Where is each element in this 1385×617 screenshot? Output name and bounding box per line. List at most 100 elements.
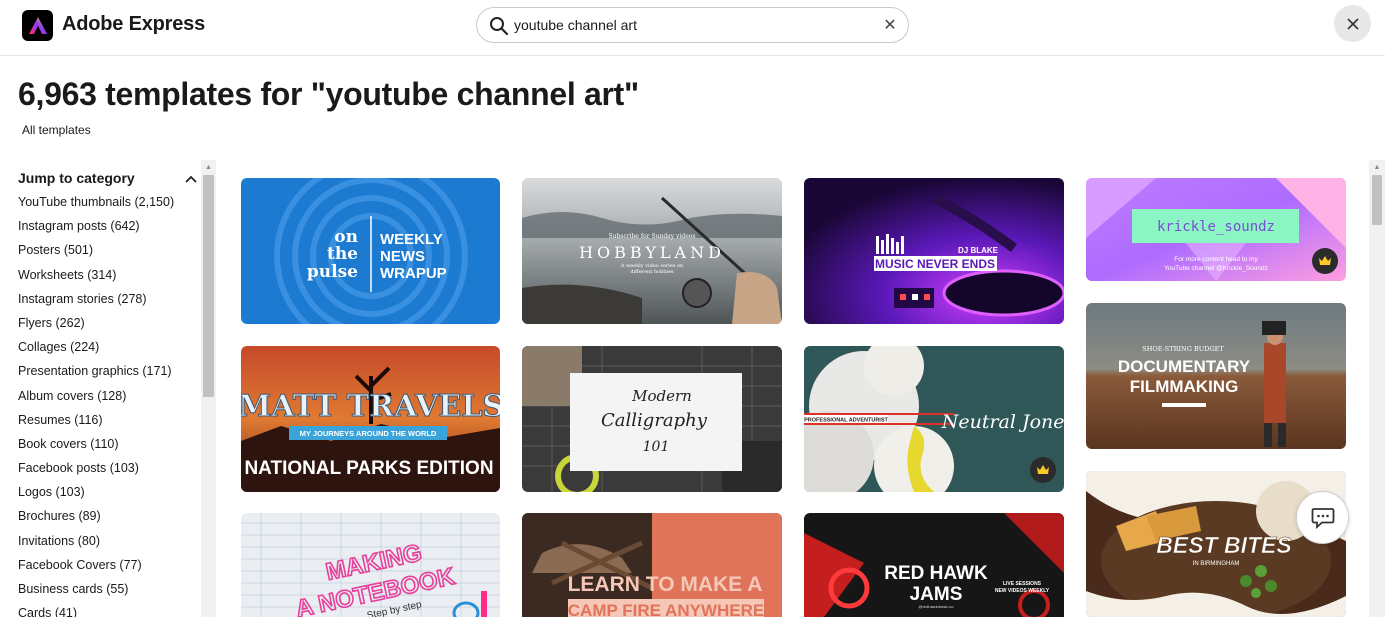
- chevron-up-icon[interactable]: [184, 172, 198, 186]
- scroll-up-arrow-icon[interactable]: ▲: [201, 162, 216, 174]
- template-card-documentary-filmmaking[interactable]: SHOE-STRING BUDGET DOCUMENTARY FILMMAKIN…: [1086, 303, 1346, 449]
- template-card-camp-fire[interactable]: LEARN TO MAKE A CAMP FIRE ANYWHERE: [522, 513, 782, 617]
- template-card-krickle-soundz[interactable]: krickle_soundz For more content head to …: [1086, 178, 1346, 281]
- category-item[interactable]: Resumes (116): [18, 411, 174, 435]
- svg-text:FILMMAKING: FILMMAKING: [1130, 377, 1239, 396]
- category-item[interactable]: Logos (103): [18, 483, 174, 507]
- category-item[interactable]: Album covers (128): [18, 387, 174, 411]
- template-card-on-the-pulse[interactable]: on the pulse WEEKLY NEWS WRAPUP: [241, 178, 500, 324]
- chat-button[interactable]: [1296, 491, 1349, 544]
- close-icon: [1346, 17, 1359, 30]
- category-item[interactable]: Presentation graphics (171): [18, 362, 174, 386]
- search-icon: [490, 17, 509, 36]
- svg-text:Neutral Jones: Neutral Jones: [941, 411, 1064, 433]
- template-card-making-a-notebook[interactable]: MAKING A NOTEBOOK Step by step: [241, 513, 500, 617]
- svg-text:DOCUMENTARY: DOCUMENTARY: [1118, 357, 1251, 376]
- premium-crown-icon: [1312, 248, 1338, 274]
- svg-text:MATT TRAVELS: MATT TRAVELS: [241, 389, 500, 424]
- template-card-best-bites[interactable]: BEST BITES IN BIRMINGHAM: [1086, 471, 1346, 617]
- template-card-hobbyland[interactable]: Subscribe for Sunday videos HOBBYLAND A …: [522, 178, 782, 324]
- template-thumbnail: Subscribe for Sunday videos HOBBYLAND A …: [522, 178, 782, 324]
- template-thumbnail: Modern Calligraphy 101: [522, 346, 782, 492]
- main-scroll-thumb[interactable]: [1372, 175, 1382, 225]
- category-sidebar: Jump to category YouTube thumbnails (2,1…: [0, 160, 216, 617]
- template-thumbnail: SHOE-STRING BUDGET DOCUMENTARY FILMMAKIN…: [1086, 303, 1346, 449]
- category-item[interactable]: Posters (501): [18, 241, 174, 265]
- svg-text:WRAPUP: WRAPUP: [380, 265, 447, 282]
- category-item[interactable]: Cards (41): [18, 604, 174, 617]
- svg-text:DJ BLAKE: DJ BLAKE: [958, 246, 999, 255]
- category-item[interactable]: Instagram stories (278): [18, 290, 174, 314]
- template-thumbnail: LEARN TO MAKE A CAMP FIRE ANYWHERE: [522, 513, 782, 617]
- svg-text:BEST BITES: BEST BITES: [1156, 532, 1292, 558]
- svg-text:WEEKLY: WEEKLY: [380, 231, 443, 248]
- svg-text:SHOE-STRING BUDGET: SHOE-STRING BUDGET: [1142, 345, 1224, 353]
- template-card-music-never-ends[interactable]: DJ BLAKE MUSIC NEVER ENDS: [804, 178, 1064, 324]
- svg-text:IN BIRMINGHAM: IN BIRMINGHAM: [1193, 561, 1240, 567]
- svg-text:MY JOURNEYS AROUND THE WORLD: MY JOURNEYS AROUND THE WORLD: [300, 429, 437, 438]
- template-card-neutral-jones[interactable]: PROFESSIONAL ADVENTURIST Neutral Jones: [804, 346, 1064, 492]
- svg-text:the: the: [327, 244, 358, 264]
- clear-search-icon[interactable]: ✕: [880, 16, 900, 36]
- svg-text:101: 101: [643, 439, 670, 455]
- close-button[interactable]: [1334, 5, 1371, 42]
- svg-text:Calligraphy: Calligraphy: [601, 410, 708, 431]
- category-item[interactable]: Worksheets (314): [18, 266, 174, 290]
- top-bar: Adobe Express ✕: [0, 0, 1385, 56]
- category-item[interactable]: Facebook Covers (77): [18, 556, 174, 580]
- svg-text:RED HAWK: RED HAWK: [884, 563, 988, 584]
- search-input[interactable]: [514, 14, 864, 36]
- template-thumbnail: DJ BLAKE MUSIC NEVER ENDS: [804, 178, 1064, 324]
- category-item[interactable]: Facebook posts (103): [18, 459, 174, 483]
- svg-text:LIVE SESSIONS: LIVE SESSIONS: [1003, 581, 1042, 587]
- category-item[interactable]: Invitations (80): [18, 532, 174, 556]
- svg-text:PROFESSIONAL ADVENTURIST: PROFESSIONAL ADVENTURIST: [804, 418, 888, 424]
- svg-text:For more content head to my: For more content head to my: [1174, 256, 1258, 263]
- template-card-modern-calligraphy[interactable]: Modern Calligraphy 101: [522, 346, 782, 492]
- svg-text:Subscribe for Sunday videos: Subscribe for Sunday videos: [609, 233, 696, 240]
- template-thumbnail: on the pulse WEEKLY NEWS WRAPUP: [241, 178, 500, 324]
- svg-text:NEW VIDEOS WEEKLY: NEW VIDEOS WEEKLY: [995, 588, 1050, 594]
- category-item[interactable]: Business cards (55): [18, 580, 174, 604]
- svg-text:@redhawkmusic.co: @redhawkmusic.co: [919, 604, 955, 609]
- template-thumbnail: RED HAWK JAMS LIVE SESSIONS NEW VIDEOS W…: [804, 513, 1064, 617]
- svg-text:Modern: Modern: [631, 387, 692, 405]
- category-item[interactable]: Book covers (110): [18, 435, 174, 459]
- sidebar-scroll-thumb[interactable]: [203, 175, 214, 397]
- template-thumbnail: PROFESSIONAL ADVENTURIST Neutral Jones: [804, 346, 1064, 492]
- svg-text:LEARN TO MAKE A: LEARN TO MAKE A: [568, 573, 763, 596]
- svg-text:krickle_soundz: krickle_soundz: [1157, 219, 1275, 235]
- adobe-express-logo-icon[interactable]: [22, 10, 53, 41]
- search-bar[interactable]: ✕: [476, 7, 909, 43]
- category-item[interactable]: Instagram posts (642): [18, 217, 174, 241]
- category-item[interactable]: YouTube thumbnails (2,150): [18, 193, 174, 217]
- scroll-up-arrow-icon[interactable]: ▲: [1369, 162, 1385, 174]
- main-scrollbar[interactable]: ▲: [1369, 160, 1385, 617]
- svg-text:HOBBYLAND: HOBBYLAND: [579, 243, 725, 262]
- template-thumbnail: MAKING A NOTEBOOK Step by step: [241, 513, 500, 617]
- svg-text:CAMP FIRE ANYWHERE: CAMP FIRE ANYWHERE: [568, 601, 764, 617]
- premium-crown-icon: [1030, 457, 1056, 483]
- svg-text:pulse: pulse: [307, 262, 358, 282]
- template-card-red-hawk-jams[interactable]: RED HAWK JAMS LIVE SESSIONS NEW VIDEOS W…: [804, 513, 1064, 617]
- category-item[interactable]: Collages (224): [18, 338, 174, 362]
- chat-icon: [1311, 507, 1334, 529]
- category-item[interactable]: Brochures (89): [18, 507, 174, 531]
- brand-name[interactable]: Adobe Express: [62, 13, 205, 36]
- svg-text:YouTube channel @Krickle_Sound: YouTube channel @Krickle_Soundz: [1164, 265, 1268, 272]
- svg-text:NATIONAL PARKS EDITION: NATIONAL PARKS EDITION: [244, 458, 493, 479]
- template-thumbnail: krickle_soundz For more content head to …: [1086, 178, 1346, 281]
- page-title: 6,963 templates for "youtube channel art…: [18, 76, 639, 112]
- template-card-matt-travels[interactable]: MATT TRAVELS MY JOURNEYS AROUND THE WORL…: [241, 346, 500, 492]
- category-item[interactable]: Flyers (262): [18, 314, 174, 338]
- template-thumbnail: MATT TRAVELS MY JOURNEYS AROUND THE WORL…: [241, 346, 500, 492]
- template-thumbnail: BEST BITES IN BIRMINGHAM: [1086, 471, 1346, 617]
- sidebar-scrollbar[interactable]: ▲: [201, 160, 216, 617]
- jump-to-category-heading[interactable]: Jump to category: [18, 170, 135, 186]
- svg-text:JAMS: JAMS: [910, 584, 963, 605]
- svg-text:different hobbies: different hobbies: [630, 269, 674, 275]
- svg-text:NEWS: NEWS: [380, 248, 425, 265]
- category-list: YouTube thumbnails (2,150) Instagram pos…: [18, 193, 174, 617]
- svg-text:MUSIC NEVER ENDS: MUSIC NEVER ENDS: [875, 257, 995, 271]
- breadcrumb[interactable]: All templates: [22, 123, 91, 137]
